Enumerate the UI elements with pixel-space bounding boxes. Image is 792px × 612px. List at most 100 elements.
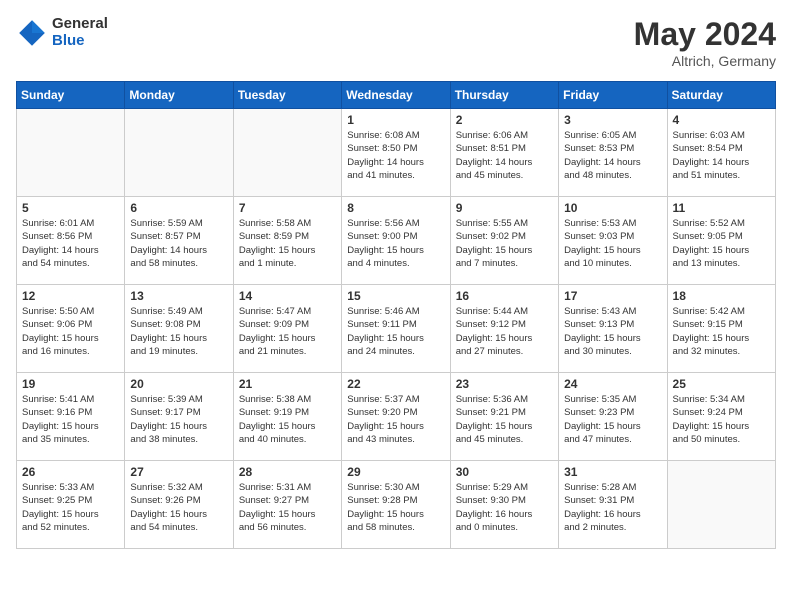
day-cell-3-5: 16Sunrise: 5:44 AM Sunset: 9:12 PM Dayli… (450, 285, 558, 373)
day-info-30: Sunrise: 5:29 AM Sunset: 9:30 PM Dayligh… (456, 481, 553, 534)
day-cell-5-6: 31 Sunrise: 5:28 AM Sunset: 9:31 PM Dayli… (559, 461, 667, 549)
day-info-9: Sunrise: 5:55 AM Sunset: 9:02 PM Dayligh… (456, 217, 553, 270)
day-cell-5-1: 26Sunrise: 5:33 AM Sunset: 9:25 PM Dayli… (17, 461, 125, 549)
day-number-4: 4 (673, 113, 770, 127)
day-number-29: 29 (347, 465, 444, 479)
day-cell-5-2: 27 Sunrise: 5:32 AM Sunset: 9:26 PM Dayli… (125, 461, 233, 549)
day-number-19: 19 (22, 377, 119, 391)
logo-general-text: General (52, 16, 108, 33)
day-cell-1-3 (233, 109, 341, 197)
day-cell-4-6: 24Sunrise: 5:35 AM Sunset: 9:23 PM Dayli… (559, 373, 667, 461)
day-number-23: 23 (456, 377, 553, 391)
day-info-24: Sunrise: 5:35 AM Sunset: 9:23 PM Dayligh… (564, 393, 661, 446)
day-number-20: 20 (130, 377, 227, 391)
weekday-header-sunday: Sunday (17, 82, 125, 109)
day-info-14: Sunrise: 5:47 AM Sunset: 9:09 PM Dayligh… (239, 305, 336, 358)
day-cell-3-7: 18 Sunrise: 5:42 AM Sunset: 9:15 PM Dayli… (667, 285, 775, 373)
day-cell-5-7 (667, 461, 775, 549)
week-row-1: 1Sunrise: 6:08 AM Sunset: 8:50 PM Daylig… (17, 109, 776, 197)
weekday-header-tuesday: Tuesday (233, 82, 341, 109)
day-info-28: Sunrise: 5:31 AM Sunset: 9:27 PM Dayligh… (239, 481, 336, 534)
day-info-25: Sunrise: 5:34 AM Sunset: 9:24 PM Dayligh… (673, 393, 770, 446)
day-info-1: Sunrise: 6:08 AM Sunset: 8:50 PM Dayligh… (347, 129, 444, 182)
day-cell-2-5: 9 Sunrise: 5:55 AM Sunset: 9:02 PM Daylig… (450, 197, 558, 285)
day-info-15: Sunrise: 5:46 AM Sunset: 9:11 PM Dayligh… (347, 305, 444, 358)
day-info-4: Sunrise: 6:03 AM Sunset: 8:54 PM Dayligh… (673, 129, 770, 182)
weekday-header-row: SundayMondayTuesdayWednesdayThursdayFrid… (17, 82, 776, 109)
day-cell-4-7: 25Sunrise: 5:34 AM Sunset: 9:24 PM Dayli… (667, 373, 775, 461)
day-number-18: 18 (673, 289, 770, 303)
day-number-11: 11 (673, 201, 770, 215)
day-cell-4-1: 19Sunrise: 5:41 AM Sunset: 9:16 PM Dayli… (17, 373, 125, 461)
day-cell-3-3: 14 Sunrise: 5:47 AM Sunset: 9:09 PM Dayli… (233, 285, 341, 373)
day-info-17: Sunrise: 5:43 AM Sunset: 9:13 PM Dayligh… (564, 305, 661, 358)
day-info-31: Sunrise: 5:28 AM Sunset: 9:31 PM Dayligh… (564, 481, 661, 534)
calendar-month-title: May 2024 (634, 16, 776, 53)
week-row-2: 5Sunrise: 6:01 AM Sunset: 8:56 PM Daylig… (17, 197, 776, 285)
day-number-6: 6 (130, 201, 227, 215)
day-info-2: Sunrise: 6:06 AM Sunset: 8:51 PM Dayligh… (456, 129, 553, 182)
day-info-8: Sunrise: 5:56 AM Sunset: 9:00 PM Dayligh… (347, 217, 444, 270)
day-cell-3-2: 13 Sunrise: 5:49 AM Sunset: 9:08 PM Dayli… (125, 285, 233, 373)
day-number-3: 3 (564, 113, 661, 127)
day-cell-5-3: 28 Sunrise: 5:31 AM Sunset: 9:27 PM Dayli… (233, 461, 341, 549)
day-info-12: Sunrise: 5:50 AM Sunset: 9:06 PM Dayligh… (22, 305, 119, 358)
day-cell-2-2: 6 Sunrise: 5:59 AM Sunset: 8:57 PM Daylig… (125, 197, 233, 285)
day-info-27: Sunrise: 5:32 AM Sunset: 9:26 PM Dayligh… (130, 481, 227, 534)
day-cell-2-3: 7 Sunrise: 5:58 AM Sunset: 8:59 PM Daylig… (233, 197, 341, 285)
day-number-27: 27 (130, 465, 227, 479)
week-row-4: 19Sunrise: 5:41 AM Sunset: 9:16 PM Dayli… (17, 373, 776, 461)
day-number-7: 7 (239, 201, 336, 215)
day-cell-1-2 (125, 109, 233, 197)
day-info-6: Sunrise: 5:59 AM Sunset: 8:57 PM Dayligh… (130, 217, 227, 270)
day-number-14: 14 (239, 289, 336, 303)
day-number-30: 30 (456, 465, 553, 479)
day-cell-2-4: 8 Sunrise: 5:56 AM Sunset: 9:00 PM Daylig… (342, 197, 450, 285)
day-number-17: 17 (564, 289, 661, 303)
day-cell-1-4: 1Sunrise: 6:08 AM Sunset: 8:50 PM Daylig… (342, 109, 450, 197)
day-info-22: Sunrise: 5:37 AM Sunset: 9:20 PM Dayligh… (347, 393, 444, 446)
week-row-5: 26Sunrise: 5:33 AM Sunset: 9:25 PM Dayli… (17, 461, 776, 549)
day-info-11: Sunrise: 5:52 AM Sunset: 9:05 PM Dayligh… (673, 217, 770, 270)
day-cell-2-7: 11 Sunrise: 5:52 AM Sunset: 9:05 PM Dayli… (667, 197, 775, 285)
day-number-8: 8 (347, 201, 444, 215)
logo-blue-text: Blue (52, 33, 108, 50)
weekday-header-thursday: Thursday (450, 82, 558, 109)
day-number-12: 12 (22, 289, 119, 303)
day-cell-3-4: 15 Sunrise: 5:46 AM Sunset: 9:11 PM Dayli… (342, 285, 450, 373)
day-info-3: Sunrise: 6:05 AM Sunset: 8:53 PM Dayligh… (564, 129, 661, 182)
day-cell-4-3: 21Sunrise: 5:38 AM Sunset: 9:19 PM Dayli… (233, 373, 341, 461)
day-number-9: 9 (456, 201, 553, 215)
day-info-7: Sunrise: 5:58 AM Sunset: 8:59 PM Dayligh… (239, 217, 336, 270)
day-cell-2-1: 5Sunrise: 6:01 AM Sunset: 8:56 PM Daylig… (17, 197, 125, 285)
day-cell-4-4: 22 Sunrise: 5:37 AM Sunset: 9:20 PM Dayli… (342, 373, 450, 461)
day-number-21: 21 (239, 377, 336, 391)
logo-icon (16, 17, 48, 49)
calendar-table: SundayMondayTuesdayWednesdayThursdayFrid… (16, 81, 776, 549)
day-info-18: Sunrise: 5:42 AM Sunset: 9:15 PM Dayligh… (673, 305, 770, 358)
day-info-26: Sunrise: 5:33 AM Sunset: 9:25 PM Dayligh… (22, 481, 119, 534)
day-cell-3-6: 17 Sunrise: 5:43 AM Sunset: 9:13 PM Dayli… (559, 285, 667, 373)
day-info-29: Sunrise: 5:30 AM Sunset: 9:28 PM Dayligh… (347, 481, 444, 534)
calendar-title-block: May 2024 Altrich, Germany (634, 16, 776, 69)
day-number-31: 31 (564, 465, 661, 479)
day-cell-2-6: 10 Sunrise: 5:53 AM Sunset: 9:03 PM Dayli… (559, 197, 667, 285)
day-number-10: 10 (564, 201, 661, 215)
week-row-3: 12 Sunrise: 5:50 AM Sunset: 9:06 PM Dayli… (17, 285, 776, 373)
day-info-10: Sunrise: 5:53 AM Sunset: 9:03 PM Dayligh… (564, 217, 661, 270)
weekday-header-saturday: Saturday (667, 82, 775, 109)
weekday-header-monday: Monday (125, 82, 233, 109)
day-cell-4-2: 20Sunrise: 5:39 AM Sunset: 9:17 PM Dayli… (125, 373, 233, 461)
logo-text: General Blue (52, 16, 108, 49)
day-cell-1-6: 3 Sunrise: 6:05 AM Sunset: 8:53 PM Daylig… (559, 109, 667, 197)
day-number-22: 22 (347, 377, 444, 391)
day-number-5: 5 (22, 201, 119, 215)
page-header: General Blue May 2024 Altrich, Germany (16, 16, 776, 69)
day-number-15: 15 (347, 289, 444, 303)
day-info-13: Sunrise: 5:49 AM Sunset: 9:08 PM Dayligh… (130, 305, 227, 358)
day-cell-4-5: 23Sunrise: 5:36 AM Sunset: 9:21 PM Dayli… (450, 373, 558, 461)
day-number-28: 28 (239, 465, 336, 479)
weekday-header-wednesday: Wednesday (342, 82, 450, 109)
day-info-16: Sunrise: 5:44 AM Sunset: 9:12 PM Dayligh… (456, 305, 553, 358)
day-number-13: 13 (130, 289, 227, 303)
